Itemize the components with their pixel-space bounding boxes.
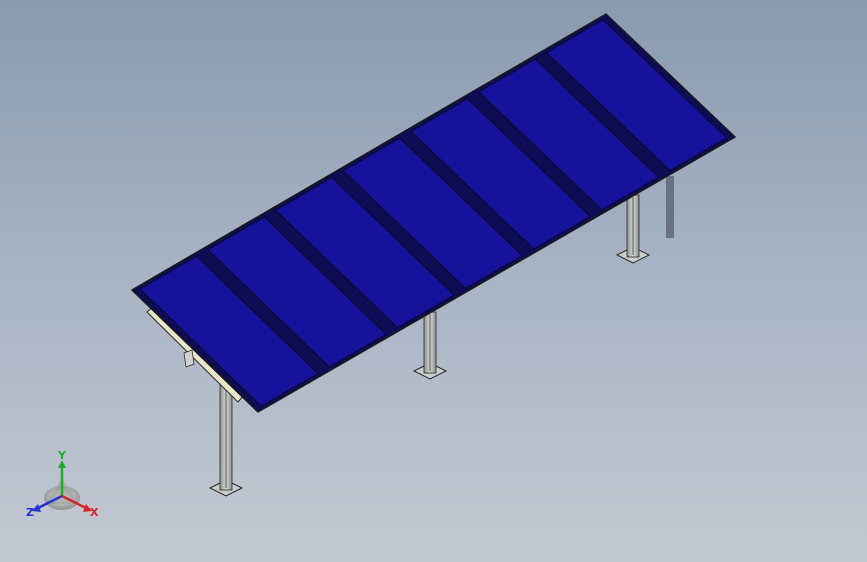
3d-viewport[interactable]: Y X Z <box>0 0 867 562</box>
solar-array-model[interactable] <box>0 0 867 562</box>
x-axis-label: X <box>90 506 99 519</box>
rail-bracket <box>183 349 195 368</box>
support-post-right[interactable] <box>615 194 651 264</box>
z-axis-label: Z <box>26 506 34 519</box>
coordinate-triad[interactable]: Y X Z <box>24 448 104 528</box>
y-axis-label: Y <box>57 449 67 462</box>
support-post-middle[interactable] <box>412 311 448 380</box>
rear-post-shadow <box>666 176 674 238</box>
